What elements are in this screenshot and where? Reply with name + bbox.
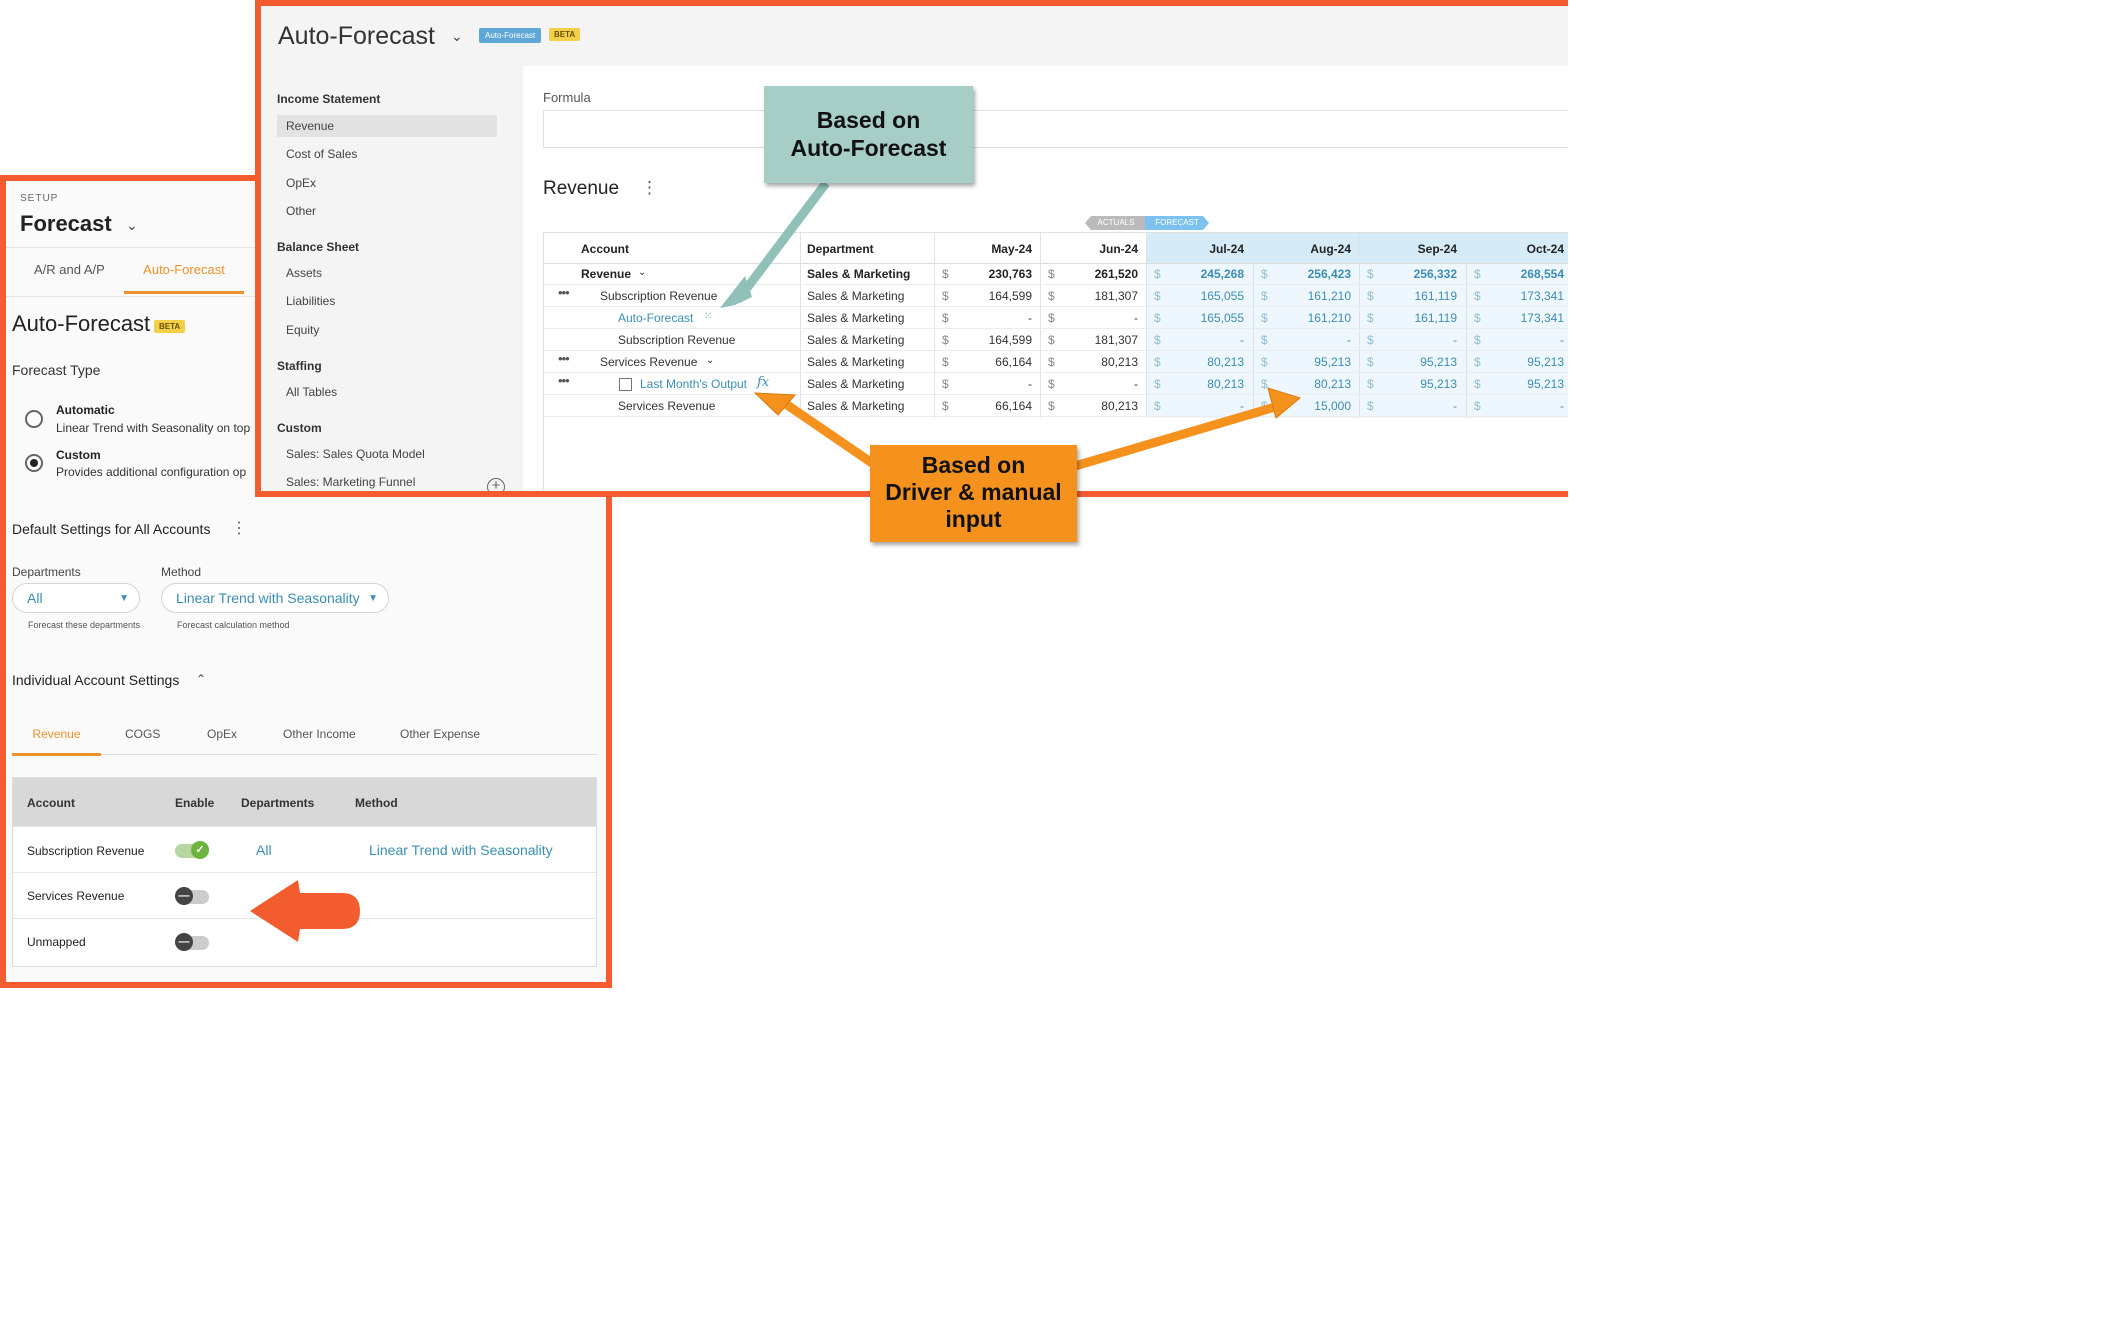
orange-arrow-right (1073, 402, 1277, 471)
callout-line: input (945, 506, 1002, 532)
orange-arrow-right-head (1267, 387, 1302, 419)
red-arrow (250, 880, 360, 942)
callout-line: Based on (921, 452, 1026, 478)
callout-line: Auto-Forecast (790, 135, 947, 161)
callout-line: Driver & manual (885, 479, 1062, 505)
callout-line: Based on (816, 107, 921, 133)
orange-arrow-left (777, 396, 875, 467)
teal-arrow (734, 180, 830, 303)
callout-auto-forecast: Based on Auto-Forecast (764, 86, 973, 183)
callout-driver-input: Based on Driver & manual input (870, 445, 1077, 542)
